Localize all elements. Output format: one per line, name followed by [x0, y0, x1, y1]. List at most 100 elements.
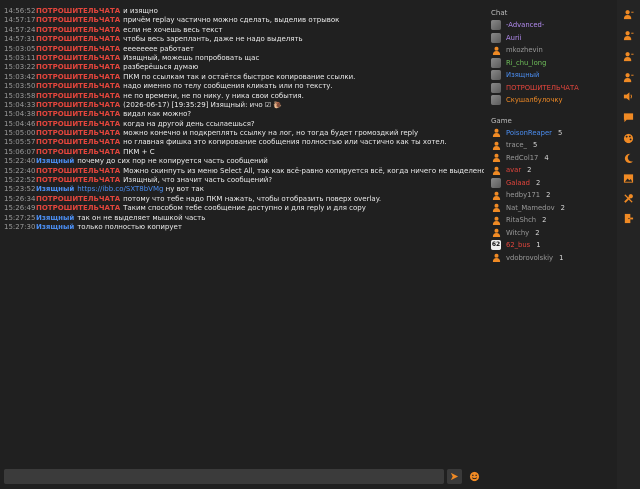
- user-list-item[interactable]: RitaShch 2: [491, 214, 609, 227]
- exit-button[interactable]: [621, 211, 635, 225]
- message-nick[interactable]: ПОТРОШИТЕЛЬЧАТА: [36, 129, 120, 137]
- message-nick[interactable]: ПОТРОШИТЕЛЬЧАТА: [36, 26, 120, 34]
- chat-message[interactable]: 14:57:17ПОТРОШИТЕЛЬЧАТА причём replay час…: [4, 16, 484, 25]
- message-nick[interactable]: ПОТРОШИТЕЛЬЧАТА: [36, 54, 120, 62]
- chat-message[interactable]: 15:22:52ПОТРОШИТЕЛЬЧАТА Изящный, что знач…: [4, 176, 484, 185]
- user-name: mkozhevin: [506, 46, 543, 54]
- exit-icon: [623, 213, 634, 224]
- user-name: PoisonReaper: [506, 128, 552, 137]
- message-nick[interactable]: ПОТРОШИТЕЛЬЧАТА: [36, 7, 120, 15]
- user-list-item[interactable]: PoisonReaper 5: [491, 127, 609, 140]
- user-list-item[interactable]: vdobrovolskiy 1: [491, 252, 609, 265]
- avatar: [491, 95, 501, 106]
- message-time: 15:27:25: [4, 213, 36, 222]
- chat-log[interactable]: 14:56:52ПОТРОШИТЕЛЬЧАТА и изящно 14:57:17П…: [4, 7, 484, 457]
- message-nick[interactable]: ПОТРОШИТЕЛЬЧАТА: [36, 138, 120, 146]
- message-nick[interactable]: ПОТРОШИТЕЛЬЧАТА: [36, 176, 120, 184]
- avatar: [491, 140, 501, 150]
- avatar: [491, 153, 501, 163]
- user-list-item[interactable]: Скушалбулочку: [491, 94, 609, 107]
- message-nick[interactable]: ПОТРОШИТЕЛЬЧАТА: [36, 35, 120, 43]
- chat-message[interactable]: 15:05:57ПОТРОШИТЕЛЬЧАТА но главная фишка …: [4, 138, 484, 147]
- user-button[interactable]: [621, 28, 635, 42]
- message-nick[interactable]: ПОТРОШИТЕЛЬЧАТА: [36, 16, 120, 24]
- user-button[interactable]: [621, 49, 635, 63]
- user-list-item[interactable]: 62 62_bus 1: [491, 239, 609, 252]
- send-button[interactable]: [447, 469, 462, 484]
- message-nick[interactable]: ПОТРОШИТЕЛЬЧАТА: [36, 45, 120, 53]
- chat-message[interactable]: 14:57:24ПОТРОШИТЕЛЬЧАТА если не хочешь ве…: [4, 26, 484, 35]
- chat-message[interactable]: 15:26:34ПОТРОШИТЕЛЬЧАТА потому что тебе н…: [4, 195, 484, 204]
- chat-message[interactable]: 15:03:22ПОТРОШИТЕЛЬЧАТА разберёшься думаю: [4, 63, 484, 72]
- message-nick[interactable]: ПОТРОШИТЕЛЬЧАТА: [36, 195, 120, 203]
- chat-message[interactable]: 15:03:05ПОТРОШИТЕЛЬЧАТА ееееееее работает: [4, 45, 484, 54]
- chat-message[interactable]: 15:23:52Изящный https://ibb.co/SXT8bVMg н…: [4, 185, 484, 194]
- user-list-item[interactable]: ПОТРОШИТЕЛЬЧАТА: [491, 82, 609, 95]
- chat-message[interactable]: 15:03:11ПОТРОШИТЕЛЬЧАТА Изящный, можешь п…: [4, 54, 484, 63]
- message-nick[interactable]: ПОТРОШИТЕЛЬЧАТА: [36, 82, 120, 90]
- message-nick[interactable]: ПОТРОШИТЕЛЬЧАТА: [36, 92, 120, 100]
- message-nick[interactable]: Изящный: [36, 214, 74, 222]
- user-list-item[interactable]: Witchy 2: [491, 227, 609, 240]
- message-time: 15:03:42: [4, 72, 36, 81]
- chat-message[interactable]: 15:22:40Изящный почему до сих пор не копи…: [4, 157, 484, 166]
- user-list-item[interactable]: mkozhevin: [491, 44, 609, 57]
- moon-button[interactable]: [621, 151, 635, 165]
- user-button[interactable]: [621, 7, 635, 21]
- user-list-item[interactable]: Изящный: [491, 69, 609, 82]
- user-button[interactable]: [621, 70, 635, 84]
- tools-button[interactable]: [621, 191, 635, 205]
- user-list-item[interactable]: -Advanced-: [491, 19, 609, 32]
- user-list-item[interactable]: RedCol17 4: [491, 152, 609, 165]
- palette-button[interactable]: [621, 131, 635, 145]
- message-nick[interactable]: Изящный: [36, 223, 74, 231]
- chat-message[interactable]: 15:04:33ПОТРОШИТЕЛЬЧАТА (2026-06-17) [19:…: [4, 101, 484, 110]
- user-list-item[interactable]: trace_ 5: [491, 139, 609, 152]
- message-nick[interactable]: Изящный: [36, 157, 74, 165]
- user-name: vdobrovolskiy: [506, 253, 554, 262]
- chat-button[interactable]: [621, 110, 635, 124]
- chat-message[interactable]: 15:04:38ПОТРОШИТЕЛЬЧАТА видал как можно?: [4, 110, 484, 119]
- message-time: 15:04:46: [4, 119, 36, 128]
- chat-message[interactable]: 15:03:50ПОТРОШИТЕЛЬЧАТА надо именно по те…: [4, 82, 484, 91]
- chat-message[interactable]: 15:03:42ПОТРОШИТЕЛЬЧАТА ПКМ по ссылкам та…: [4, 73, 484, 82]
- chat-message[interactable]: 15:06:07ПОТРОШИТЕЛЬЧАТА ПКМ + С: [4, 148, 484, 157]
- message-nick[interactable]: ПОТРОШИТЕЛЬЧАТА: [36, 204, 120, 212]
- avatar: [491, 253, 501, 263]
- chat-message[interactable]: 14:56:52ПОТРОШИТЕЛЬЧАТА и изящно: [4, 7, 484, 16]
- message-nick[interactable]: ПОТРОШИТЕЛЬЧАТА: [36, 120, 120, 128]
- speaker-button[interactable]: [621, 89, 635, 103]
- chat-message[interactable]: 15:26:49ПОТРОШИТЕЛЬЧАТА Таким способом те…: [4, 204, 484, 213]
- chat-message[interactable]: 14:57:31ПОТРОШИТЕЛЬЧАТА чтобы весь зарепл…: [4, 35, 484, 44]
- person-icon: [492, 153, 500, 163]
- chat-message[interactable]: 15:05:00ПОТРОШИТЕЛЬЧАТА можно конечно и п…: [4, 129, 484, 138]
- message-nick[interactable]: ПОТРОШИТЕЛЬЧАТА: [36, 63, 120, 71]
- chat-message[interactable]: 15:22:40ПОТРОШИТЕЛЬЧАТА Можно скинпуть из…: [4, 167, 484, 176]
- message-text: причём replay частично можно сделать, вы…: [123, 16, 340, 25]
- message-nick[interactable]: ПОТРОШИТЕЛЬЧАТА: [36, 110, 120, 118]
- message-nick[interactable]: ПОТРОШИТЕЛЬЧАТА: [36, 73, 120, 81]
- user-list-item[interactable]: Ri_chu_long: [491, 57, 609, 70]
- user-count: 2: [542, 216, 547, 224]
- user-list-item[interactable]: Nat_Mamedov 2: [491, 202, 609, 215]
- emoji-button[interactable]: [467, 469, 482, 484]
- message-input[interactable]: [4, 469, 444, 484]
- image-button[interactable]: [621, 171, 635, 185]
- user-list-item[interactable]: avar 2: [491, 164, 609, 177]
- avatar: [491, 82, 501, 93]
- message-nick[interactable]: Изящный: [36, 185, 74, 193]
- message-nick[interactable]: ПОТРОШИТЕЛЬЧАТА: [36, 148, 120, 156]
- chat-message[interactable]: 15:04:46ПОТРОШИТЕЛЬЧАТА когда на другой д…: [4, 120, 484, 129]
- chat-message[interactable]: 15:27:25Изящный так он не выделяет мышкой…: [4, 214, 484, 223]
- person-icon: [492, 216, 500, 225]
- chat-message[interactable]: 15:27:30Изящный только полностью копирует: [4, 223, 484, 232]
- chat-message[interactable]: 15:03:58ПОТРОШИТЕЛЬЧАТА не по времени, не…: [4, 92, 484, 101]
- user-list-item[interactable]: Galaad 2: [491, 177, 609, 190]
- user-list-item[interactable]: Aurii: [491, 32, 609, 45]
- message-link[interactable]: https://ibb.co/SXT8bVMg: [77, 185, 163, 193]
- message-time: 14:57:17: [4, 16, 36, 25]
- user-list-item[interactable]: hedby171 2: [491, 189, 609, 202]
- message-nick[interactable]: ПОТРОШИТЕЛЬЧАТА: [36, 167, 120, 175]
- message-nick[interactable]: ПОТРОШИТЕЛЬЧАТА: [36, 101, 120, 109]
- user-count: 2: [527, 166, 532, 174]
